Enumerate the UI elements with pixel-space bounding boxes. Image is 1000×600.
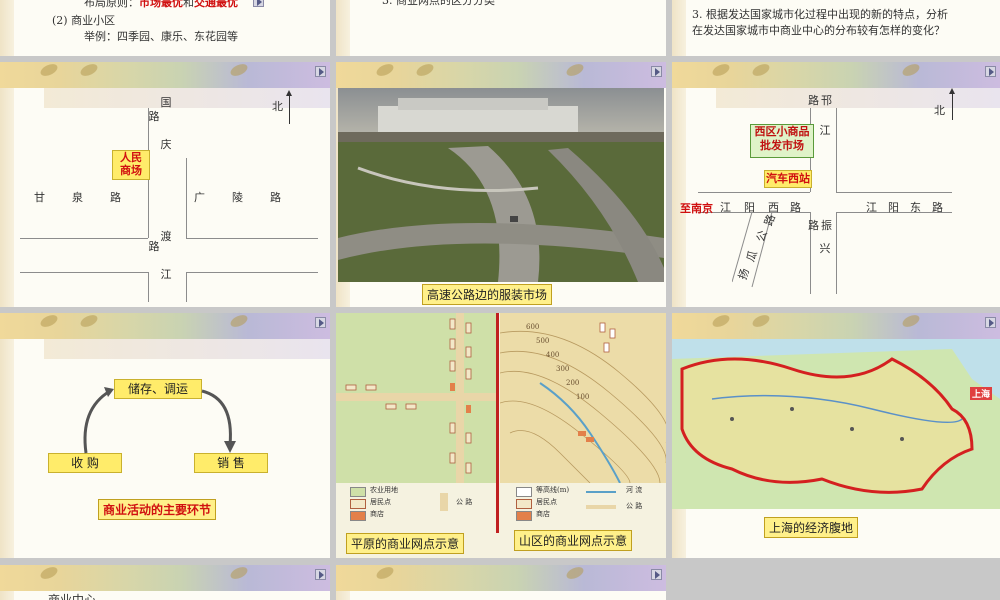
road-west-3: 路 — [110, 191, 121, 204]
road-line — [836, 192, 952, 193]
road-dujiang-3: 江 — [160, 268, 172, 281]
decorative-banner — [0, 62, 330, 88]
slide-row1-left[interactable]: 布局原则：市场最优和交通最优 (2) 商业小区 举例：四季园、康乐、东花园等 — [0, 0, 330, 56]
north-label: 北 — [272, 100, 283, 113]
play-icon[interactable] — [253, 0, 264, 7]
slide-row4-left[interactable]: 商业中心 — [0, 565, 330, 600]
plain-legend: 农业用地 居民点 商店 公 路 — [350, 486, 490, 527]
slide-row1-right[interactable]: 3. 根据发达国家城市化过程中出现的新的特点，分析 在发达国家城市中商业中心的分… — [672, 0, 1000, 56]
slide-network-maps[interactable]: 600 500 400 300 200 100 农业用地 居民点 商店 公 路 … — [336, 313, 666, 558]
highway-caption: 高速公路边的服装市场 — [422, 284, 553, 305]
road-jiangyangxi-4: 路 — [790, 201, 801, 214]
plain-map — [336, 313, 496, 483]
road-west-1: 甘 — [34, 191, 45, 204]
mountain-legend: 等高线(m) 居民点 商店 河 流 公 路 — [516, 486, 656, 527]
road-dujiang-1: 渡 — [160, 230, 172, 243]
slide-row4-middle[interactable] — [336, 565, 666, 600]
road-handao-1: 路 — [808, 94, 819, 107]
road-jiangyangdong-1: 江 — [866, 201, 877, 214]
decorative-banner — [0, 313, 330, 339]
road-jiangyangdong-2: 阳 — [888, 201, 899, 214]
road-line — [836, 108, 837, 192]
road-zhenxing-1: 路 — [808, 219, 819, 232]
road-dujiang-2: 路 — [148, 240, 160, 253]
road-label-guoqing-2: 路 — [148, 110, 160, 123]
decorative-banner-lower — [716, 88, 1000, 108]
flow-arrows — [83, 387, 236, 454]
shanghai-map — [672, 339, 1000, 509]
slide-west-market-map[interactable]: 路 邗 江 北 西区小商品 批发市场 汽车西站 至南京 江 阳 西 路 江 阳 … — [672, 62, 1000, 307]
shanghai-tag: 上海 — [970, 387, 993, 400]
slide-edge — [0, 0, 14, 56]
north-arrow-icon — [949, 88, 955, 120]
commercial-district-heading: (2) 商业小区 — [52, 14, 116, 27]
decorative-banner — [0, 565, 330, 591]
slide-highway-photo[interactable]: 高速公路边的服装市场 — [336, 62, 666, 307]
road-line — [186, 272, 187, 302]
play-icon[interactable] — [651, 66, 662, 77]
shanghai-caption: 上海的经济腹地 — [764, 517, 859, 538]
road-line — [698, 192, 810, 193]
road-jiangyangxi-1: 江 — [720, 201, 731, 214]
road-handao-3: 江 — [819, 124, 831, 137]
map-divider — [496, 313, 499, 533]
to-nanjing-label: 至南京 — [680, 202, 713, 215]
road-line — [20, 238, 148, 239]
road-jiangyangdong-4: 路 — [932, 201, 943, 214]
road-line — [836, 212, 837, 294]
decorative-banner — [336, 62, 666, 88]
road-jiangyangxi-3: 西 — [768, 201, 779, 214]
road-handao-2: 邗 — [821, 94, 832, 107]
north-label: 北 — [934, 104, 945, 117]
road-west-2: 泉 — [72, 191, 83, 204]
road-label-guoqing-3: 庆 — [160, 138, 172, 151]
play-icon[interactable] — [985, 317, 996, 328]
road-jiangyangxi-2: 阳 — [744, 201, 755, 214]
north-arrow-icon — [286, 90, 292, 124]
play-icon[interactable] — [315, 66, 326, 77]
play-icon[interactable] — [651, 569, 662, 580]
bus-station-label: 汽车西站 — [764, 170, 812, 188]
renmin-market-label: 人民 商场 — [112, 150, 150, 180]
road-east-3: 路 — [270, 191, 281, 204]
plain-map-caption: 平原的商业网点示意 — [346, 533, 465, 554]
question-line-2: 在发达国家城市中商业中心的分布较有怎样的变化？ — [692, 24, 945, 37]
road-east-1: 广 — [194, 191, 205, 204]
slide-edge — [672, 62, 686, 307]
play-icon[interactable] — [985, 66, 996, 77]
slide-edge — [0, 62, 14, 307]
road-line — [186, 272, 318, 273]
slide-renmin-map[interactable]: 国 路 庆 北 人民 商场 甘 泉 路 广 陵 路 渡 路 江 — [0, 62, 330, 307]
commercial-center-heading: 商业中心 — [48, 593, 97, 600]
commerce-flow-caption: 商业活动的主要环节 — [98, 499, 217, 520]
decorative-banner-lower — [44, 339, 330, 359]
slide-edge — [672, 0, 686, 56]
row1-middle-text: 3. 商业网点的区分分类 — [382, 0, 495, 7]
slide-edge — [336, 0, 350, 56]
slide-shanghai-hinterland[interactable]: 上海 上海的经济腹地 — [672, 313, 1000, 558]
road-label-guoqing-1: 国 — [160, 96, 172, 109]
road-line — [186, 158, 187, 238]
west-market-label: 西区小商品 批发市场 — [750, 124, 814, 158]
road-zhenxing-2: 振 — [821, 219, 832, 232]
question-line-1: 3. 根据发达国家城市化过程中出现的新的特点，分析 — [692, 8, 948, 21]
example-text: 举例：四季园、康乐、东花园等 — [84, 30, 238, 43]
road-line — [186, 238, 318, 239]
layout-principle-line: 布局原则：市场最优和交通最优 — [84, 0, 238, 9]
decorative-banner — [672, 62, 1000, 88]
mountain-map-caption: 山区的商业网点示意 — [514, 530, 633, 551]
play-icon[interactable] — [315, 569, 326, 580]
road-east-2: 陵 — [232, 191, 243, 204]
decorative-banner — [672, 313, 1000, 339]
road-jiangyangdong-3: 东 — [910, 201, 921, 214]
slide-edge — [0, 313, 14, 558]
slide-row1-middle[interactable]: 3. 商业网点的区分分类 — [336, 0, 666, 56]
play-icon[interactable] — [315, 317, 326, 328]
road-line — [148, 272, 149, 302]
decorative-banner — [336, 565, 666, 591]
slide-commerce-flow[interactable]: 储存、调运 收 购 销 售 商业活动的主要环节 — [0, 313, 330, 558]
road-zhenxing-3: 兴 — [819, 242, 831, 255]
road-line — [20, 272, 148, 273]
highway-photo — [338, 88, 664, 282]
